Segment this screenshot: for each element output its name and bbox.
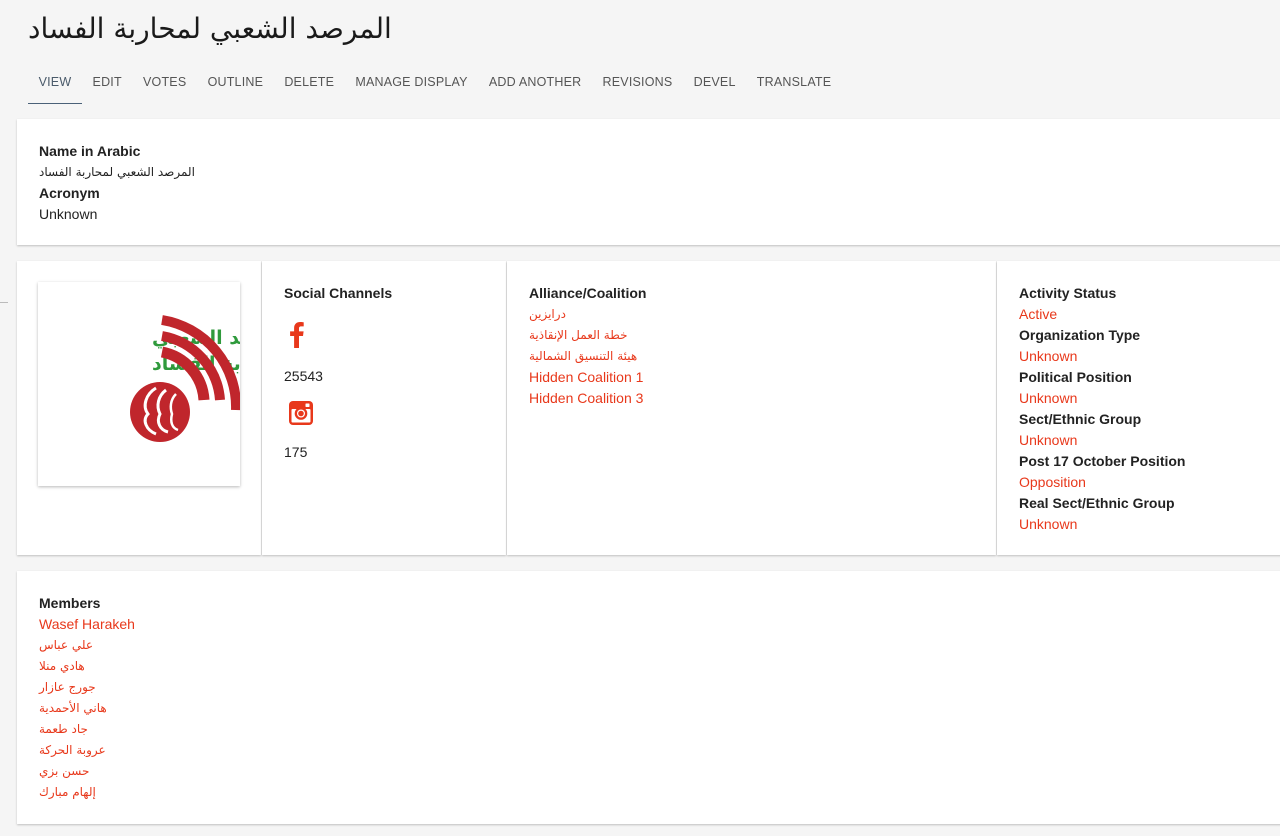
- post-17-october-label: Post 17 October Position: [1019, 453, 1186, 469]
- alliance-item[interactable]: Hidden Coalition 3: [529, 388, 646, 409]
- members-card: Members Wasef Harakeh علي عباس هادي منلا…: [17, 571, 1280, 824]
- instagram-count: 175: [284, 444, 308, 460]
- member-item[interactable]: جاد طعمة: [39, 719, 135, 740]
- member-item[interactable]: إلهام مبارك: [39, 782, 135, 803]
- tab-translate[interactable]: TRANSLATE: [746, 62, 842, 104]
- tab-devel[interactable]: DEVEL: [683, 62, 746, 104]
- tab-add-another[interactable]: ADD ANOTHER: [478, 62, 592, 104]
- tab-bar: VIEW EDIT VOTES OUTLINE DELETE MANAGE DI…: [28, 62, 842, 104]
- status-card: Activity Status Active Organization Type…: [997, 261, 1280, 555]
- tab-outline[interactable]: OUTLINE: [197, 62, 274, 104]
- logo-card: المرصد الشعبي لمحاربة الفساد: [17, 261, 297, 555]
- member-item[interactable]: هادي منلا: [39, 656, 135, 677]
- member-item[interactable]: حسن بزي: [39, 761, 135, 782]
- alliance-item[interactable]: خطة العمل الإنقاذية: [529, 325, 646, 346]
- social-channels-label: Social Channels: [284, 285, 393, 301]
- activity-status-label: Activity Status: [1019, 285, 1117, 301]
- acronym-value: Unknown: [39, 206, 98, 222]
- organization-type-value[interactable]: Unknown: [1019, 346, 1185, 367]
- info-card: Name in Arabic المرصد الشعبي لمحاربة الف…: [17, 119, 1280, 245]
- alliance-card: Alliance/Coalition درايزين خطة العمل الإ…: [507, 261, 996, 555]
- sect-ethnic-value[interactable]: Unknown: [1019, 430, 1185, 451]
- tab-manage-display[interactable]: MANAGE DISPLAY: [345, 62, 479, 104]
- political-position-value[interactable]: Unknown: [1019, 388, 1185, 409]
- tab-votes[interactable]: VOTES: [132, 62, 197, 104]
- members-label: Members: [39, 595, 101, 611]
- alliance-item[interactable]: Hidden Coalition 1: [529, 367, 646, 388]
- member-item[interactable]: Wasef Harakeh: [39, 614, 135, 635]
- political-position-label: Political Position: [1019, 369, 1132, 385]
- alliance-item[interactable]: هيئة التنسيق الشمالية: [529, 346, 646, 367]
- tab-revisions[interactable]: REVISIONS: [592, 62, 683, 104]
- post-17-october-value[interactable]: Opposition: [1019, 472, 1185, 493]
- name-arabic-label: Name in Arabic: [39, 143, 141, 159]
- member-item[interactable]: هاني الأحمدية: [39, 698, 135, 719]
- name-arabic-value: المرصد الشعبي لمحاربة الفساد: [39, 165, 195, 179]
- edge-divider: [0, 302, 8, 303]
- page-title: المرصد الشعبي لمحاربة الفساد: [28, 12, 392, 45]
- sect-ethnic-label: Sect/Ethnic Group: [1019, 411, 1142, 427]
- real-sect-ethnic-label: Real Sect/Ethnic Group: [1019, 495, 1175, 511]
- tab-delete[interactable]: DELETE: [274, 62, 345, 104]
- organization-type-label: Organization Type: [1019, 327, 1141, 343]
- member-item[interactable]: علي عباس: [39, 635, 135, 656]
- facebook-count: 25543: [284, 368, 323, 384]
- instagram-icon[interactable]: [288, 400, 314, 426]
- real-sect-ethnic-value[interactable]: Unknown: [1019, 514, 1185, 535]
- organization-logo: المرصد الشعبي لمحاربة الفساد: [38, 282, 297, 486]
- member-item[interactable]: جورج عازار: [39, 677, 135, 698]
- social-card: Social Channels 25543 175: [262, 261, 506, 555]
- acronym-label: Acronym: [39, 185, 100, 201]
- member-item[interactable]: عروبة الحركة: [39, 740, 135, 761]
- activity-status-value[interactable]: Active: [1019, 304, 1185, 325]
- facebook-icon[interactable]: [290, 322, 304, 348]
- tab-view[interactable]: VIEW: [28, 62, 82, 104]
- tab-edit[interactable]: EDIT: [82, 62, 132, 104]
- alliance-label: Alliance/Coalition: [529, 285, 647, 301]
- alliance-item[interactable]: درايزين: [529, 304, 646, 325]
